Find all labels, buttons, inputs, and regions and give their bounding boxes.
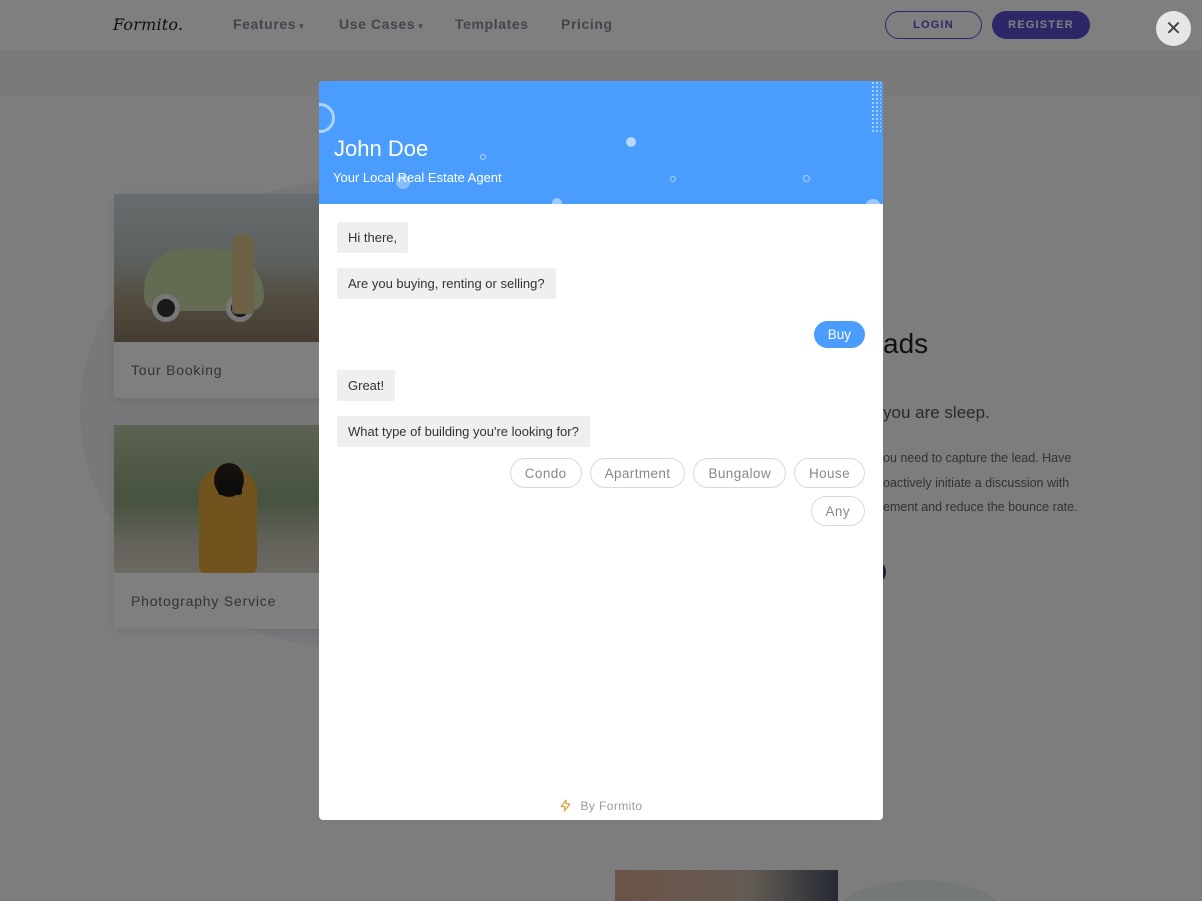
chat-header: John Doe Your Local Real Estate Agent	[319, 81, 883, 204]
lightning-icon	[559, 798, 576, 813]
decorative-circle	[480, 154, 486, 160]
decorative-circle	[803, 175, 810, 182]
reply-options: Condo Apartment Bungalow House Any	[337, 458, 865, 526]
option-bungalow[interactable]: Bungalow	[693, 458, 786, 488]
bot-message: What type of building you're looking for…	[337, 416, 590, 447]
agent-title: Your Local Real Estate Agent	[333, 170, 502, 185]
option-house[interactable]: House	[793, 458, 865, 488]
close-icon: ✕	[1165, 17, 1182, 40]
option-any[interactable]: Any	[810, 496, 865, 526]
footer-label: By Formito	[580, 799, 643, 813]
chat-modal: John Doe Your Local Real Estate Agent Hi…	[319, 81, 883, 820]
decorative-dot-grid	[871, 81, 881, 133]
close-button[interactable]: ✕	[1156, 11, 1191, 46]
user-message: Buy	[813, 321, 865, 348]
agent-name: John Doe	[334, 136, 429, 161]
decorative-circle	[319, 103, 335, 133]
chat-thread: Hi there, Are you buying, renting or sel…	[319, 204, 883, 526]
bot-message: Hi there,	[337, 222, 409, 253]
decorative-circle	[670, 176, 676, 182]
bot-message: Are you buying, renting or selling?	[337, 268, 556, 299]
option-condo[interactable]: Condo	[509, 458, 582, 488]
decorative-circle	[626, 137, 636, 147]
option-apartment[interactable]: Apartment	[589, 458, 686, 488]
bot-message: Great!	[337, 370, 396, 401]
powered-by-footer[interactable]: By Formito	[319, 798, 883, 813]
